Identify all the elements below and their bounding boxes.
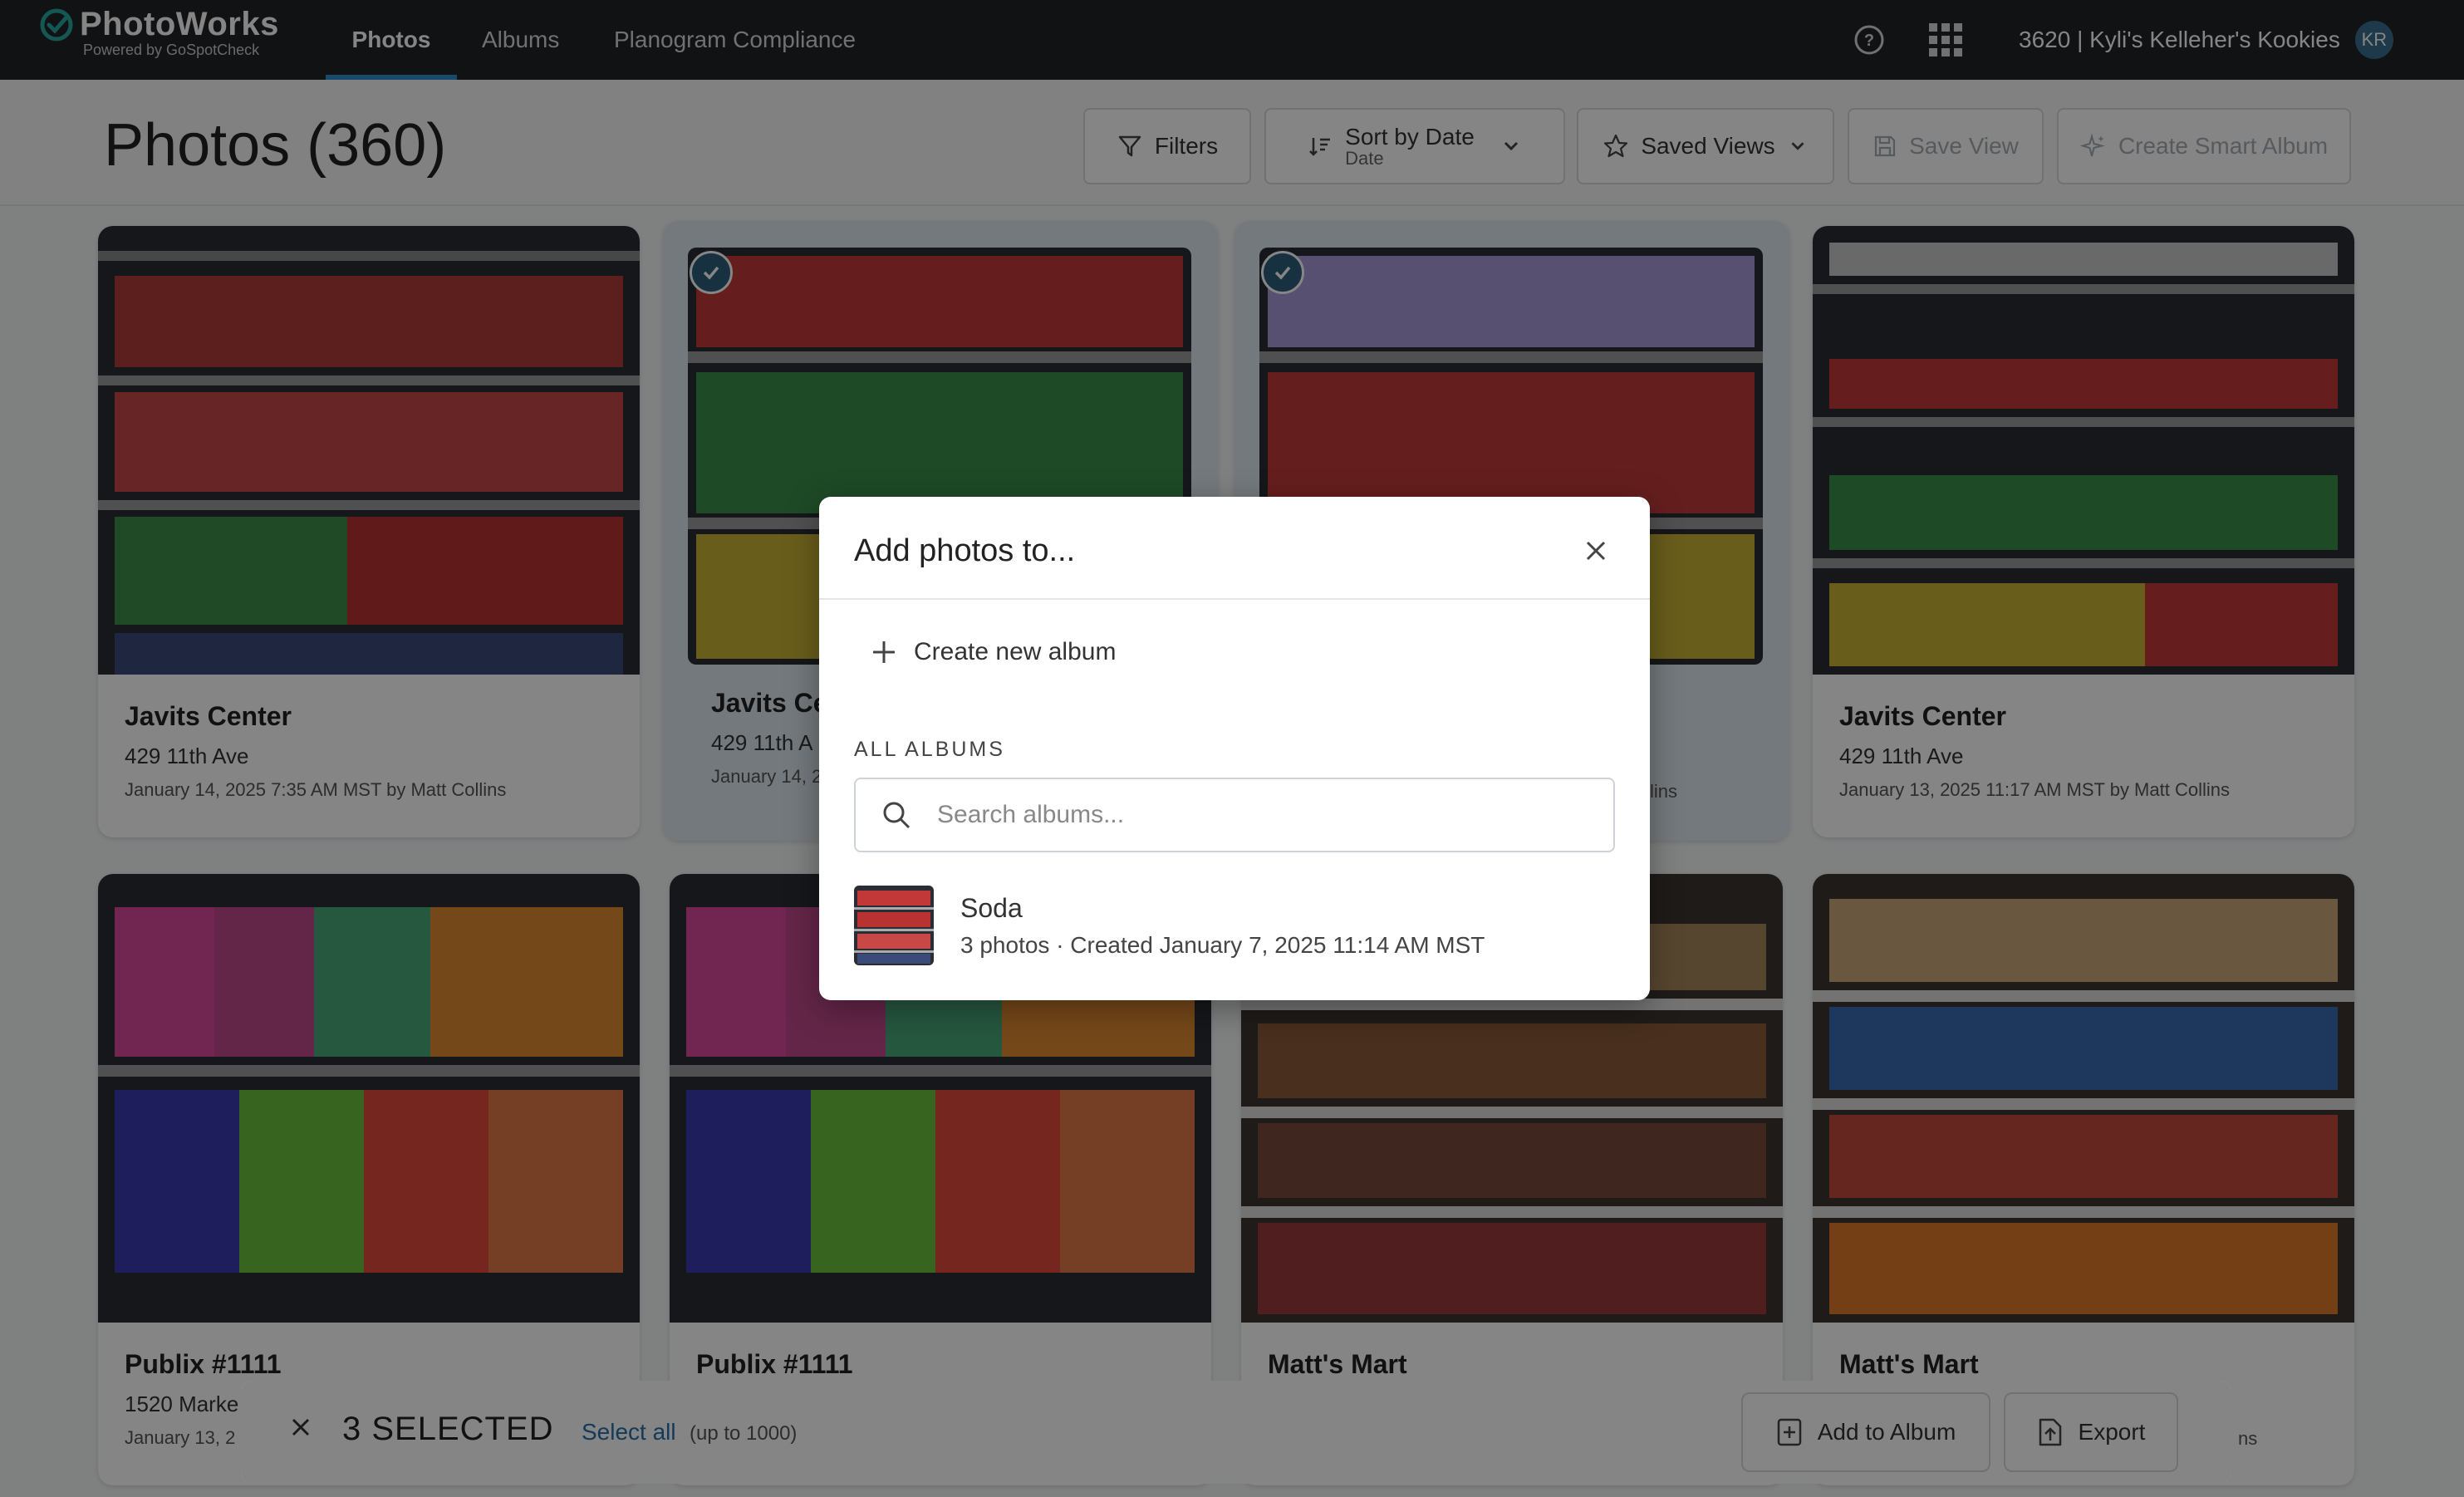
album-cover-image xyxy=(854,886,934,965)
album-meta: 3 photos · Created January 7, 2025 11:14… xyxy=(960,931,1485,958)
add-to-album-modal: Add photos to... Create new album ALL AL… xyxy=(819,497,1650,1000)
album-search-field[interactable] xyxy=(854,778,1615,852)
modal-title: Add photos to... xyxy=(854,533,1076,568)
selection-bar-dim xyxy=(241,1381,2231,1484)
create-new-album-label: Create new album xyxy=(914,638,1117,665)
album-list-item[interactable]: Soda 3 photos · Created January 7, 2025 … xyxy=(854,884,1615,967)
album-thumbnail xyxy=(854,886,934,965)
modal-close-button[interactable] xyxy=(1575,530,1617,572)
close-icon xyxy=(1586,541,1606,561)
create-new-album-button[interactable]: Create new album xyxy=(871,638,1116,666)
plus-icon xyxy=(873,641,895,663)
modal-divider xyxy=(819,598,1650,600)
all-albums-heading: ALL ALBUMS xyxy=(854,738,1005,761)
search-icon xyxy=(883,802,911,829)
album-search-input[interactable] xyxy=(937,801,1585,829)
album-name: Soda xyxy=(960,892,1023,923)
